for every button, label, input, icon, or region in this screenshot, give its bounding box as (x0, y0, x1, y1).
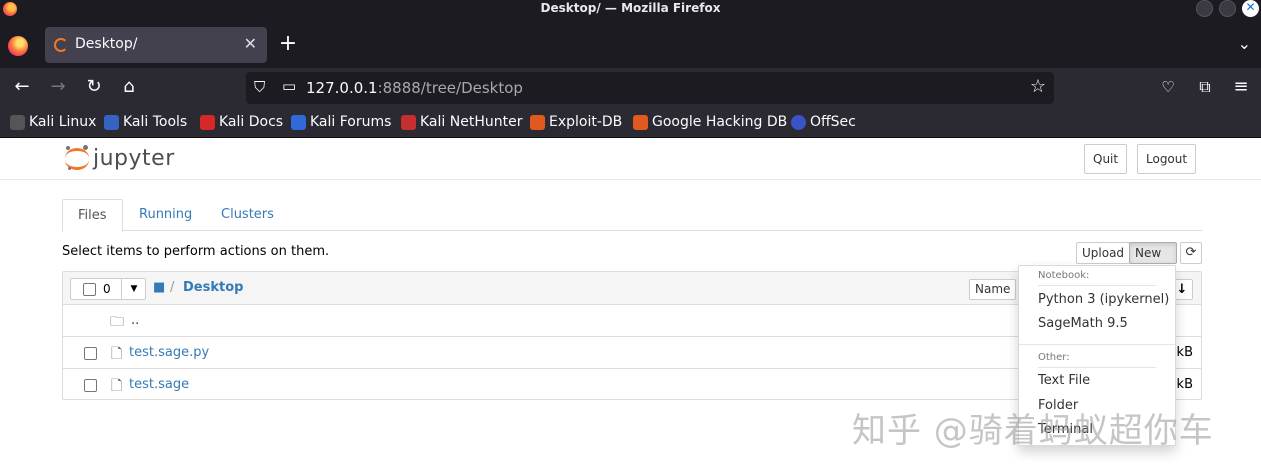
shield-icon[interactable]: ⛉ (254, 78, 265, 96)
menu-item-text-file[interactable]: Text File (1038, 373, 1090, 388)
jupyter-logo-icon (65, 145, 89, 171)
firefox-view-icon[interactable] (8, 36, 28, 56)
back-icon[interactable]: ← (10, 76, 34, 97)
quit-button[interactable]: Quit (1084, 144, 1128, 174)
ghdb-icon (633, 114, 648, 130)
bookmark-kali-docs[interactable]: Kali Docs (200, 114, 283, 130)
extensions-icon[interactable]: ⧉ (1193, 77, 1217, 97)
bookmark-google-hacking-db[interactable]: Google Hacking DB (633, 114, 787, 130)
file-icon: 🗋 (111, 346, 123, 362)
file-name[interactable]: .. (131, 313, 139, 328)
kali-docs-icon (200, 114, 215, 130)
new-tab-button[interactable]: + (278, 31, 298, 56)
nethunter-icon (401, 114, 416, 130)
menu-divider (1019, 344, 1175, 345)
bookmark-star-icon[interactable]: ☆ (1030, 76, 1046, 97)
bookmark-exploit-db[interactable]: Exploit-DB (530, 114, 622, 130)
bookmark-kali-forums[interactable]: Kali Forums (291, 114, 391, 130)
row-checkbox[interactable] (84, 347, 97, 360)
loading-icon (54, 38, 68, 52)
row-checkbox[interactable] (84, 379, 97, 392)
tab-clusters[interactable]: Clusters (206, 199, 289, 231)
kali-tools-icon (104, 114, 119, 130)
instructions-text: Select items to perform actions on them. (62, 244, 330, 259)
menu-divider (1038, 367, 1156, 368)
logout-button[interactable]: Logout (1137, 144, 1197, 174)
url-text[interactable]: 127.0.0.1:8888/tree/Desktop (306, 79, 523, 97)
firefox-small-icon (3, 2, 17, 16)
maximize-button[interactable] (1219, 0, 1236, 17)
kali-dragon-icon (10, 114, 25, 130)
pocket-icon[interactable]: ♡ (1156, 78, 1180, 96)
jupyter-logo[interactable]: jupyter (65, 145, 175, 171)
forward-icon[interactable]: → (46, 76, 70, 97)
file-icon: 🗋 (111, 378, 123, 394)
bookmarks-toolbar: Kali Linux Kali Tools Kali Docs Kali For… (0, 108, 1261, 138)
offsec-icon (791, 114, 806, 130)
menu-divider (1038, 285, 1156, 286)
menu-header-other: Other: (1038, 352, 1070, 363)
sort-name-button[interactable]: Name (969, 279, 1017, 300)
page-info-icon[interactable]: ▭ (282, 77, 296, 95)
home-icon[interactable]: ⌂ (117, 76, 141, 97)
jupyter-tabs: Files Running Clusters (62, 199, 1202, 232)
folder-outline-icon: 🗀 (110, 314, 124, 330)
tab-files[interactable]: Files (62, 199, 123, 232)
jupyter-header: jupyter Quit Logout (0, 139, 1261, 180)
select-all-checkbox[interactable] (83, 283, 96, 296)
bookmark-kali-tools[interactable]: Kali Tools (104, 114, 187, 130)
file-name[interactable]: test.sage.py (129, 345, 209, 360)
window-titlebar: Desktop/ — Mozilla Firefox ✕ (0, 0, 1261, 22)
reload-icon[interactable]: ↻ (82, 76, 106, 97)
menu-item-python3[interactable]: Python 3 (ipykernel) (1038, 292, 1169, 307)
navigation-toolbar: ← → ↻ ⌂ ⛉ ▭ 127.0.0.1:8888/tree/Desktop … (0, 68, 1261, 108)
tab-desktop[interactable]: Desktop/ ✕ (45, 27, 267, 63)
menu-header-notebook: Notebook: (1038, 270, 1090, 281)
bookmark-kali-linux[interactable]: Kali Linux (10, 114, 96, 130)
url-bar[interactable]: ⛉ ▭ 127.0.0.1:8888/tree/Desktop ☆ (246, 72, 1054, 104)
bookmark-kali-nethunter[interactable]: Kali NetHunter (401, 114, 522, 130)
menu-item-sagemath[interactable]: SageMath 9.5 (1038, 316, 1128, 331)
exploit-db-icon (530, 114, 545, 130)
close-window-button[interactable]: ✕ (1242, 0, 1259, 17)
tab-strip: Desktop/ ✕ + ⌄ (0, 22, 1261, 68)
upload-button[interactable]: Upload (1076, 242, 1131, 264)
new-button[interactable]: New ▼ (1129, 242, 1177, 279)
window-controls: ✕ (1196, 0, 1259, 18)
file-size: kB (1176, 377, 1193, 392)
selected-count: 0 (103, 282, 111, 296)
tab-close-icon[interactable]: ✕ (244, 34, 257, 53)
kali-forums-icon (291, 114, 306, 130)
tab-title: Desktop/ (75, 36, 138, 52)
select-dropdown-icon[interactable]: ▼ (121, 279, 146, 299)
select-all-control[interactable]: 0 ▼ (70, 278, 146, 300)
watermark: 知乎 @骑着蚂蚁超你车 (852, 411, 1214, 451)
file-name[interactable]: test.sage (129, 377, 189, 392)
tab-running[interactable]: Running (124, 199, 207, 231)
refresh-icon[interactable]: ⟳ (1180, 242, 1202, 264)
bookmark-offsec[interactable]: OffSec (791, 114, 856, 130)
list-all-tabs-icon[interactable]: ⌄ (1238, 34, 1251, 53)
file-size: kB (1176, 345, 1193, 360)
window-title: Desktop/ — Mozilla Firefox (540, 1, 721, 15)
breadcrumb-desktop[interactable]: Desktop (183, 280, 243, 295)
folder-icon[interactable]: ■ (153, 280, 165, 295)
menu-icon[interactable]: ≡ (1229, 76, 1253, 97)
jupyter-logo-text: jupyter (93, 145, 175, 171)
breadcrumb-separator: / (170, 280, 175, 295)
minimize-button[interactable] (1196, 0, 1213, 17)
